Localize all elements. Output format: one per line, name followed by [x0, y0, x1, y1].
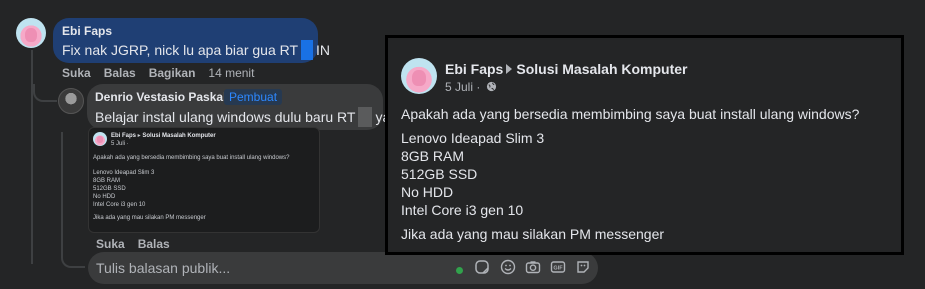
comment-bubble: Ebi Faps Fix nak JGRP, nick lu apa biar … — [53, 18, 330, 63]
arrow-right-icon — [506, 64, 513, 74]
avatar — [93, 132, 107, 146]
gif-icon[interactable]: GIF — [550, 259, 566, 275]
comment-bubble: Denrio Vestasio Paskah Pembuat Belajar i… — [87, 84, 398, 130]
post-header: Ebi Faps Solusi Masalah Komputer — [445, 61, 688, 77]
mini-spec: 8GB RAM — [93, 178, 121, 184]
comment-actions: Suka Balas — [96, 237, 183, 251]
mini-group: Solusi Masalah Komputer — [142, 133, 216, 139]
comment-text: Belajar instal ulang windows dulu baru R… — [95, 107, 398, 127]
thread-line — [31, 50, 33, 264]
globe-icon — [486, 81, 496, 92]
avatar[interactable] — [401, 58, 437, 94]
mini-author: Ebi Faps — [111, 133, 137, 139]
comment-text-part: IN — [316, 42, 331, 58]
author-badge: Pembuat — [224, 89, 283, 105]
reply-connector — [33, 84, 57, 102]
post-spec: Intel Core i3 gen 10 — [401, 202, 524, 218]
reply-input[interactable]: Tulis balasan publik... GIF — [88, 252, 598, 284]
like-button[interactable]: Suka — [96, 237, 125, 251]
comment-text-part: Belajar instal ulang windows dulu baru R… — [95, 109, 356, 125]
mini-spec: 512GB SSD — [93, 186, 126, 192]
mini-date: 5 Juli · — [111, 141, 129, 147]
post-spec: 8GB RAM — [401, 148, 465, 164]
post-date[interactable]: 5 Juli · — [445, 80, 497, 94]
timestamp[interactable]: 14 menit — [208, 66, 254, 80]
comment-text: Fix nak JGRP, nick lu apa biar gua RT IN — [62, 40, 330, 60]
mini-spec: No HDD — [93, 194, 116, 200]
avatar[interactable] — [16, 18, 46, 48]
avatar-sticker-icon[interactable] — [575, 259, 591, 275]
emoji-icon[interactable] — [500, 259, 516, 275]
reply-button[interactable]: Balas — [104, 66, 136, 80]
mini-spec: Intel Core i3 gen 10 — [93, 202, 146, 208]
like-button[interactable]: Suka — [62, 66, 91, 80]
online-indicator — [456, 267, 463, 274]
redaction-mark — [301, 40, 314, 60]
post-group[interactable]: Solusi Masalah Komputer — [516, 61, 687, 77]
reply-button[interactable]: Balas — [138, 237, 170, 251]
mini-closing: Jika ada yang mau silakan PM messenger — [93, 215, 206, 221]
post-spec: 512GB SSD — [401, 166, 478, 182]
post-date-text: 5 Juli · — [445, 80, 481, 94]
comment-text-part: Fix nak JGRP, nick lu apa biar gua RT — [62, 42, 299, 58]
post-question: Apakah ada yang bersedia membimbing saya… — [401, 106, 860, 122]
redaction-mark — [358, 107, 373, 127]
comment-actions: Suka Balas Bagikan 14 menit — [62, 66, 267, 80]
post-closing: Jika ada yang mau silakan PM messenger — [401, 226, 665, 242]
post-preview-card: Ebi Faps Solusi Masalah Komputer 5 Juli ·… — [385, 35, 904, 255]
sticker-icon[interactable] — [474, 259, 490, 275]
reply-connector — [61, 132, 85, 268]
comment-author[interactable]: Denrio Vestasio Paskah — [95, 90, 230, 104]
attached-screenshot[interactable]: Ebi Faps ▸ Solusi Masalah Komputer 5 Jul… — [88, 127, 320, 233]
mini-spec: Lenovo Ideapad Slim 3 — [93, 170, 155, 176]
comment-author[interactable]: Ebi Faps — [62, 24, 112, 38]
svg-text:GIF: GIF — [553, 266, 563, 272]
camera-icon[interactable] — [525, 259, 541, 275]
post-author[interactable]: Ebi Faps — [445, 61, 503, 77]
mini-post-header: Ebi Faps ▸ Solusi Masalah Komputer — [111, 133, 216, 139]
post-spec: No HDD — [401, 184, 454, 200]
avatar[interactable] — [58, 88, 84, 114]
post-spec: Lenovo Ideapad Slim 3 — [401, 130, 545, 146]
mini-question: Apakah ada yang bersedia membimbing saya… — [93, 155, 290, 161]
share-button[interactable]: Bagikan — [149, 66, 196, 80]
reply-placeholder[interactable]: Tulis balasan publik... — [96, 260, 230, 276]
